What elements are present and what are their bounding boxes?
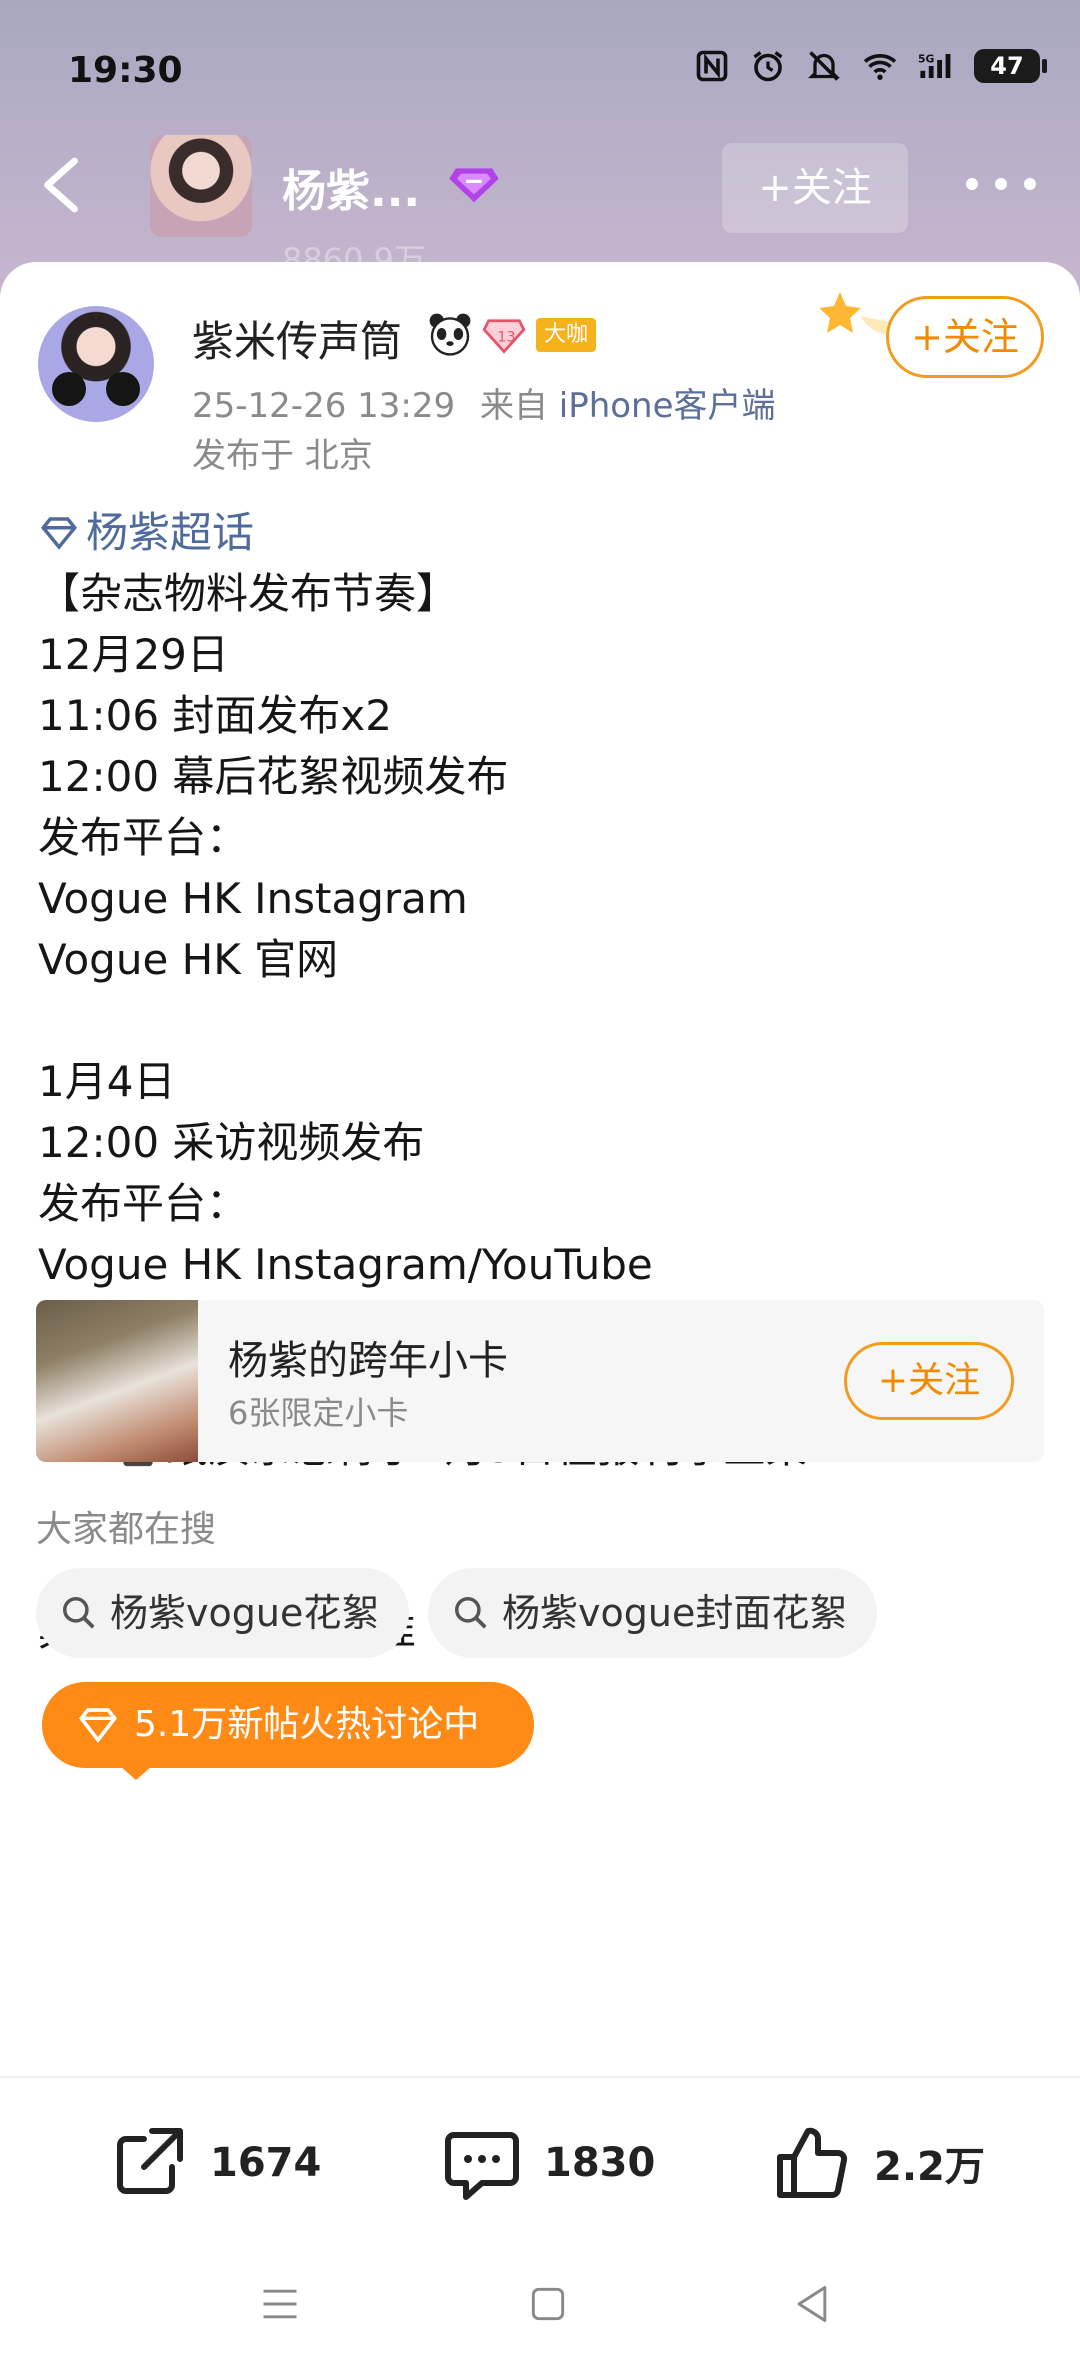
alarm-icon	[753, 51, 783, 82]
menu-icon[interactable]	[258, 2282, 302, 2326]
post-line: Vogue HK 官网	[38, 935, 339, 984]
search-chip-label: 杨紫vogue花絮	[110, 1591, 380, 1635]
profile-avatar[interactable]	[150, 135, 252, 237]
diamond-icon	[79, 1708, 117, 1744]
battery-indicator: 47	[974, 49, 1047, 83]
status-icons: 5G 47	[694, 48, 1047, 84]
post-line: 12月29日	[38, 630, 229, 679]
status-bar: 19:30 5G 47	[0, 0, 1080, 140]
search-chip[interactable]: 杨紫vogue封面花絮	[428, 1568, 878, 1658]
panda-emoji-icon	[429, 313, 471, 356]
search-icon	[63, 1597, 95, 1629]
author-follow-button[interactable]: +关注	[886, 296, 1044, 378]
share-count: 1674	[210, 2140, 322, 2186]
svg-text:13: 13	[497, 330, 515, 346]
search-chip-label: 杨紫vogue封面花絮	[502, 1591, 848, 1635]
system-nav-bar	[0, 2246, 1080, 2372]
wifi-icon	[863, 54, 897, 80]
vip-gem-icon	[449, 168, 499, 203]
post-line: 12:00 幕后花絮视频发布	[38, 752, 509, 801]
status-time: 19:30	[68, 50, 183, 91]
comment-count: 1830	[544, 2140, 656, 2186]
topic-link[interactable]: 杨紫超话	[38, 502, 1042, 563]
back-icon[interactable]	[36, 155, 86, 215]
like-button[interactable]: 2.2万	[772, 2123, 985, 2203]
post-line	[38, 990, 1042, 1051]
post-line: 11:06 封面发布x2	[38, 691, 392, 740]
like-count: 2.2万	[874, 2144, 985, 2190]
source-prefix: 来自	[479, 386, 548, 426]
share-button[interactable]: 1674	[108, 2123, 321, 2203]
comment-button[interactable]: 1830	[442, 2123, 655, 2203]
signal-5g-icon: 5G	[918, 52, 951, 78]
promo-follow-button[interactable]: +关注	[844, 1342, 1014, 1420]
post-line: 【杂志物料发布节奏】	[38, 569, 459, 618]
hot-discussion-label: 5.1万新帖火热讨论中	[134, 1704, 480, 1745]
thumbs-up-icon	[777, 2127, 848, 2198]
promo-card[interactable]: 杨紫的跨年小卡 6张限定小卡 +关注	[36, 1300, 1044, 1462]
post-location: 发布于 北京	[192, 436, 373, 476]
share-icon	[117, 2128, 183, 2194]
mute-bell-icon	[808, 51, 840, 81]
post-line: Vogue HK Instagram/YouTube	[38, 1240, 653, 1289]
svg-text:5G: 5G	[918, 52, 935, 65]
author-name[interactable]: 紫米传声筒	[192, 308, 402, 369]
post-body: 杨紫超话 【杂志物料发布节奏】 12月29日 11:06 封面发布x2 12:0…	[38, 502, 1042, 1661]
post-meta: 25-12-26 13:29 来自 iPhone客户端	[192, 378, 776, 427]
hot-pill-pointer	[120, 1766, 152, 1780]
post-line: 发布平台：	[38, 1179, 249, 1228]
fan-level-icon: 13	[482, 319, 526, 354]
home-icon[interactable]	[526, 2282, 570, 2326]
hot-discussion-pill[interactable]: 5.1万新帖火热讨论中	[42, 1682, 534, 1768]
more-icon[interactable]	[966, 171, 1036, 197]
action-bar: 1674 1830 2.2万	[0, 2076, 1080, 2246]
post-line: 1月4日	[38, 1057, 176, 1106]
topic-diamond-icon	[40, 516, 78, 550]
promo-title: 杨紫的跨年小卡	[228, 1338, 508, 1384]
header-follow-button[interactable]: +关注	[722, 143, 908, 233]
back-nav-icon[interactable]	[790, 2282, 834, 2326]
vip-badge: 大咖	[536, 318, 597, 352]
nfc-icon	[696, 50, 728, 82]
search-section-title: 大家都在搜	[36, 1509, 217, 1550]
comment-icon	[445, 2132, 519, 2200]
author-avatar[interactable]	[38, 306, 154, 422]
post-line: 发布平台：	[38, 813, 249, 862]
topic-label[interactable]: 杨紫超话	[86, 502, 254, 563]
promo-subtitle: 6张限定小卡	[228, 1394, 409, 1432]
search-chip[interactable]: 杨紫vogue花絮	[36, 1568, 410, 1658]
promo-image[interactable]	[36, 1300, 198, 1462]
post-card: 紫米传声筒 13 大咖 25-12-26 13:29 来自 iPhone客户端 …	[0, 262, 1080, 2082]
top-nav: 杨紫... +关注	[0, 125, 1080, 245]
search-icon	[455, 1597, 487, 1629]
post-line: 12:00 采访视频发布	[38, 1118, 425, 1167]
post-time: 25-12-26 13:29	[192, 386, 456, 426]
post-line: Vogue HK Instagram	[38, 874, 468, 923]
post-source[interactable]: iPhone客户端	[559, 386, 776, 426]
profile-name[interactable]: 杨紫...	[282, 155, 420, 219]
